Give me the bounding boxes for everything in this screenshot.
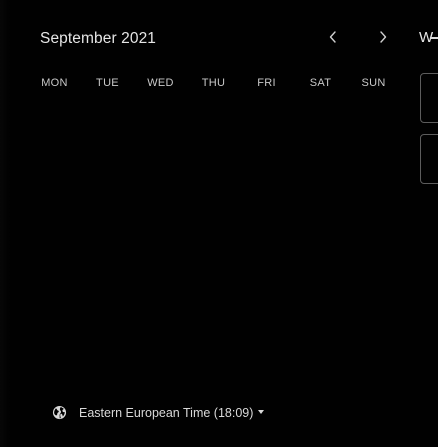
chevron-right-icon — [378, 30, 388, 44]
weekday-label: WED — [147, 77, 174, 89]
previous-month-button[interactable] — [323, 27, 343, 47]
timezone-label: Eastern European Time (18:09) — [79, 405, 254, 420]
weekday-label: SAT — [309, 77, 332, 89]
panel-edge-shadow — [0, 0, 10, 447]
weekday-label: TUE — [96, 77, 119, 89]
globe-icon — [52, 405, 67, 420]
weekday-label: MON — [41, 77, 68, 89]
scheduler-panel: September 2021 MON TUE WED THU FRI SAT S… — [0, 0, 438, 447]
caret-down-icon — [258, 409, 265, 414]
timezone-selector[interactable]: Eastern European Time (18:09) — [52, 405, 265, 420]
time-slot-button[interactable] — [420, 73, 438, 123]
weekday-label: FRI — [257, 77, 276, 89]
chevron-left-icon — [328, 30, 338, 44]
time-slot-button[interactable] — [420, 134, 438, 184]
next-month-button[interactable] — [373, 27, 393, 47]
month-title: September 2021 — [40, 30, 157, 47]
weekday-header: MON TUE WED THU FRI SAT SUN — [28, 77, 400, 93]
weekday-label: THU — [201, 77, 226, 89]
time-slots-heading: W — [419, 29, 438, 46]
weekday-label: SUN — [361, 77, 386, 89]
